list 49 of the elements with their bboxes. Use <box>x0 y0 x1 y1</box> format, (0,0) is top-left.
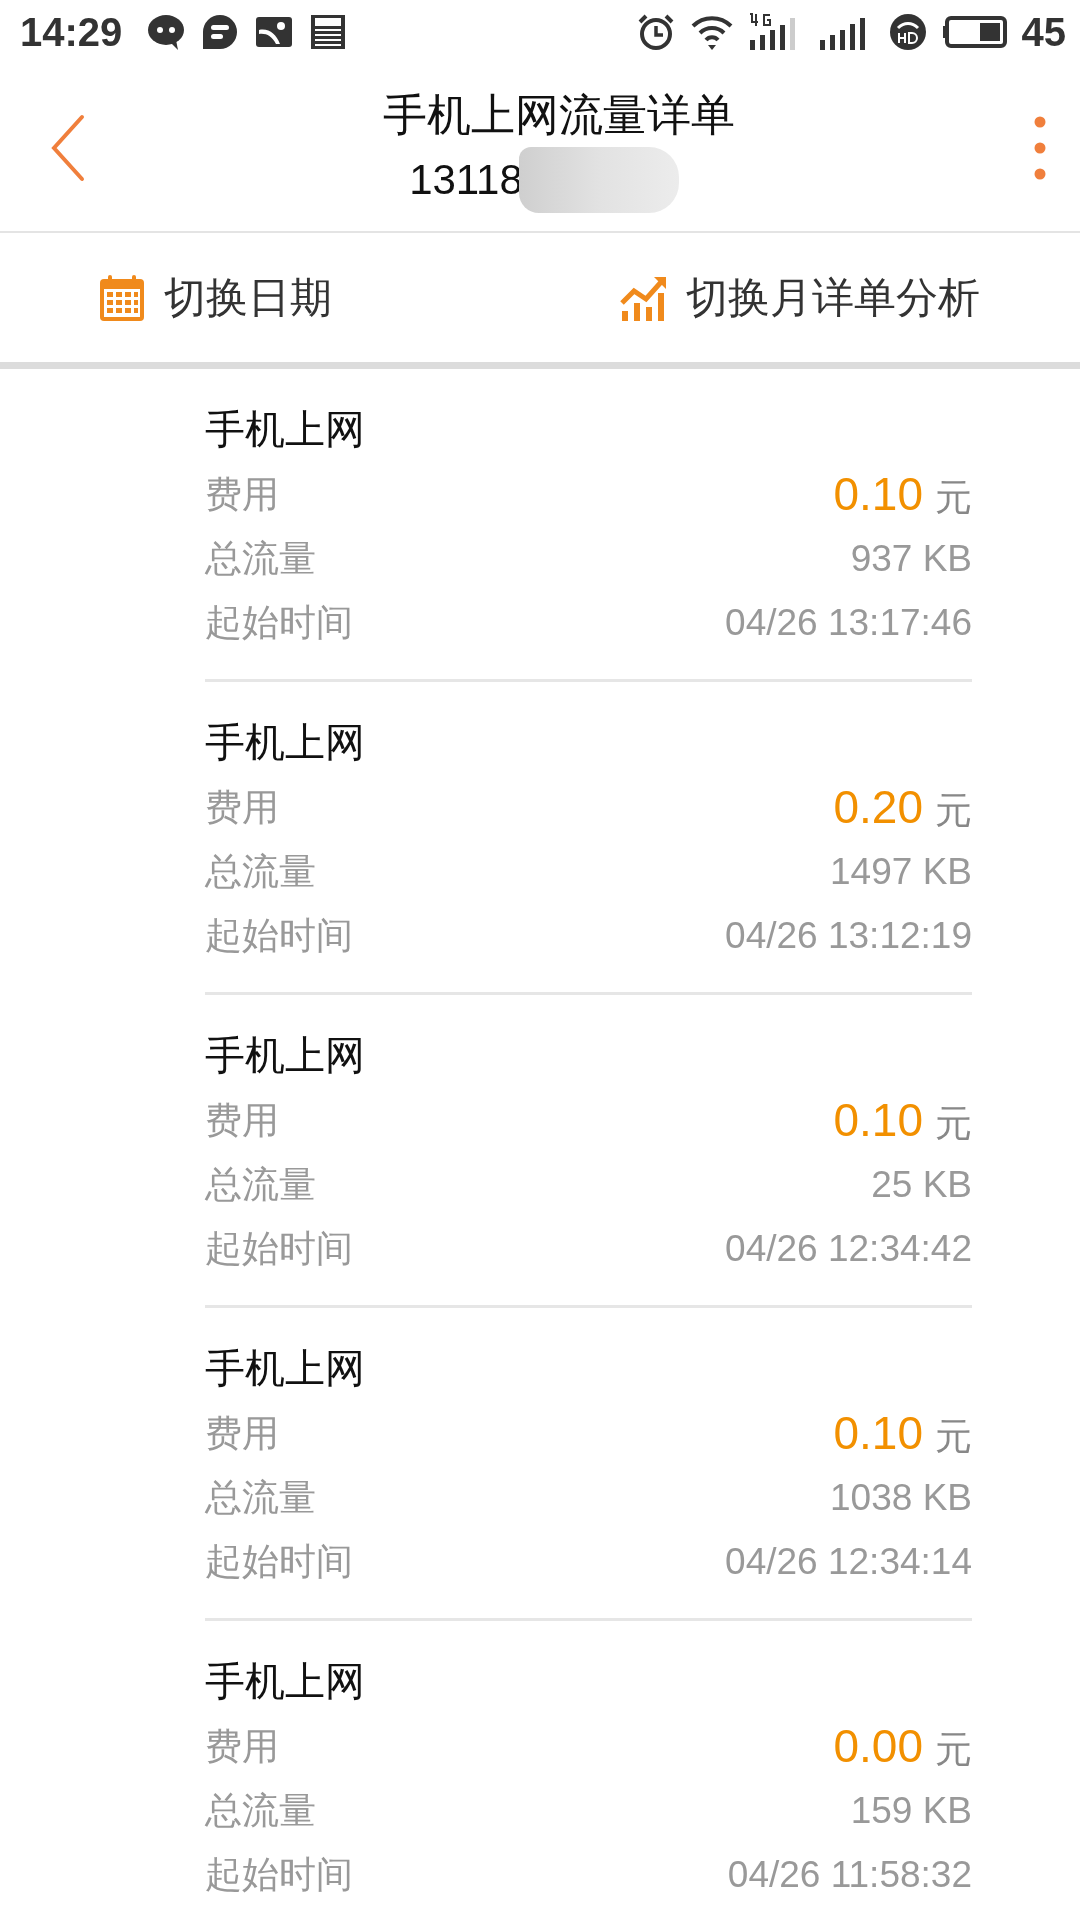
currency-unit: 元 <box>935 1414 972 1460</box>
traffic-label: 总流量 <box>205 849 316 895</box>
battery-percent: 45 <box>1021 9 1066 55</box>
currency-unit: 元 <box>935 1727 972 1773</box>
fee-label: 费用 <box>205 472 279 518</box>
traffic-value: 159 KB <box>850 1790 972 1832</box>
fee-amount: 0.10 <box>833 1093 923 1147</box>
record-title: 手机上网 <box>205 1031 366 1080</box>
chat-bubble-icon <box>146 12 187 52</box>
page-title: 手机上网流量详单 <box>383 87 735 142</box>
traffic-label: 总流量 <box>205 1162 316 1208</box>
currency-unit: 元 <box>935 475 972 521</box>
start-time-value: 04/26 11:58:32 <box>727 1854 972 1896</box>
switch-date-button[interactable]: 切换日期 <box>98 269 332 326</box>
record-title: 手机上网 <box>205 405 366 454</box>
month-analysis-button[interactable]: 切换月详单分析 <box>620 269 980 326</box>
traffic-label: 总流量 <box>205 1475 316 1521</box>
fee-amount: 0.20 <box>833 780 923 834</box>
fee-amount: 0.10 <box>833 1406 923 1460</box>
fee-amount: 0.00 <box>833 1719 923 1773</box>
hd-call-icon <box>887 12 928 52</box>
clock-time: 14:29 <box>20 9 123 55</box>
traffic-value: 25 KB <box>871 1164 972 1206</box>
record-title: 手机上网 <box>205 1657 366 1706</box>
fee-label: 费用 <box>205 1411 279 1457</box>
traffic-value: 937 KB <box>850 538 972 580</box>
start-time-value: 04/26 13:12:19 <box>725 915 972 957</box>
start-time-label: 起始时间 <box>205 913 353 959</box>
record-title: 手机上网 <box>205 1344 366 1393</box>
phone-number: 13118 <box>409 154 523 205</box>
fee-label: 费用 <box>205 785 279 831</box>
currency-unit: 元 <box>935 1101 972 1147</box>
traffic-label: 总流量 <box>205 536 316 582</box>
start-time-label: 起始时间 <box>205 600 353 646</box>
fee-amount: 0.10 <box>833 467 923 521</box>
start-time-value: 04/26 13:17:46 <box>725 602 972 644</box>
traffic-label: 总流量 <box>205 1788 316 1834</box>
record-title: 手机上网 <box>205 718 366 767</box>
currency-unit: 元 <box>935 788 972 834</box>
start-time-value: 04/26 12:34:14 <box>725 1541 972 1583</box>
traffic-value: 1038 KB <box>830 1477 972 1519</box>
start-time-value: 04/26 12:34:42 <box>725 1228 972 1270</box>
fee-label: 费用 <box>205 1724 279 1770</box>
fee-label: 费用 <box>205 1098 279 1144</box>
start-time-label: 起始时间 <box>205 1539 353 1585</box>
calendar-icon <box>98 272 146 323</box>
traffic-value: 1497 KB <box>830 851 972 893</box>
start-time-label: 起始时间 <box>205 1226 353 1272</box>
start-time-label: 起始时间 <box>205 1852 353 1898</box>
